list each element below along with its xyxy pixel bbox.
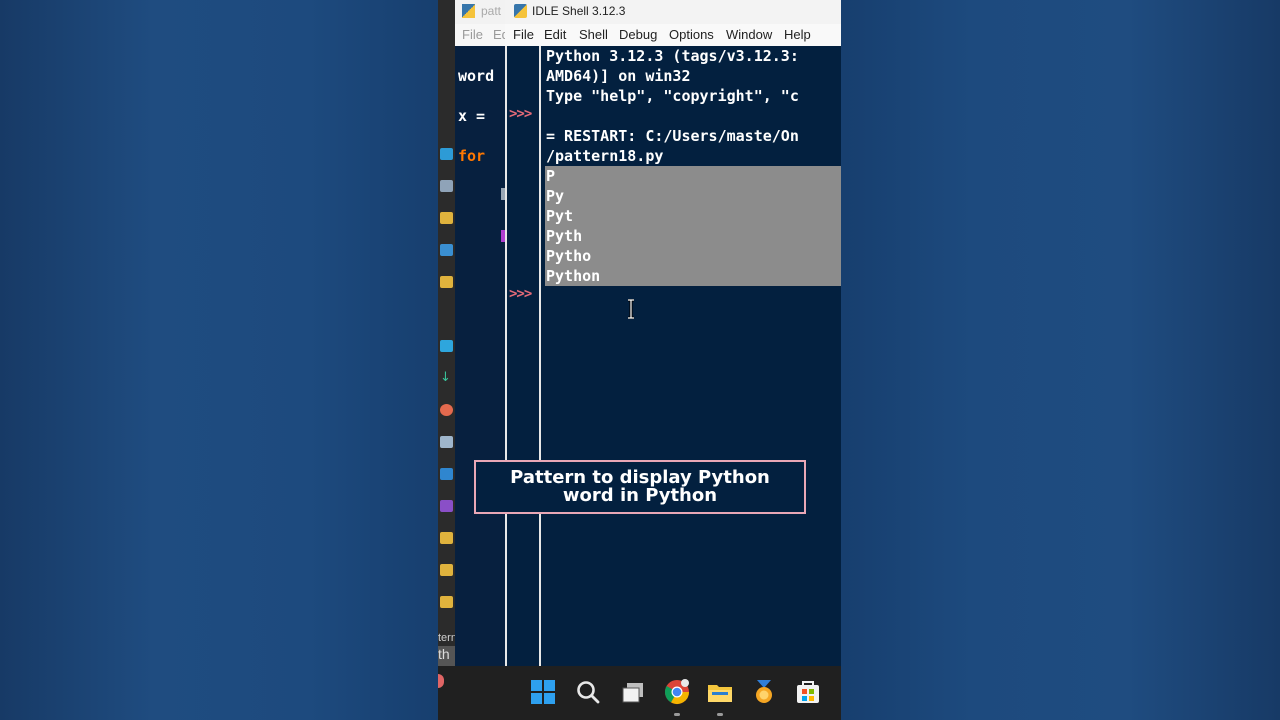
windows-taskbar xyxy=(438,666,841,720)
code-line[interactable]: word xyxy=(458,66,494,86)
videos-icon[interactable] xyxy=(440,500,453,512)
banner-line[interactable]: Python 3.12.3 (tags/v3.12.3: xyxy=(546,46,799,66)
start-icon[interactable] xyxy=(530,679,556,705)
music-icon[interactable] xyxy=(440,404,453,416)
restart-line[interactable]: /pattern18.py xyxy=(546,146,663,166)
folder-icon[interactable] xyxy=(440,596,453,608)
download-icon[interactable]: ↓ xyxy=(440,371,453,384)
menu-edit[interactable]: Edit xyxy=(544,27,566,42)
award-app-icon[interactable] xyxy=(751,679,777,705)
shell-menubar: File Edit Shell Debug Options Window Hel… xyxy=(505,24,841,46)
mini-app-icon[interactable] xyxy=(438,674,444,688)
photos-icon[interactable] xyxy=(440,244,453,256)
running-indicator xyxy=(674,713,680,716)
code-line[interactable]: x = xyxy=(458,106,494,126)
pictures-icon[interactable] xyxy=(440,468,453,480)
left-desktop-strip: ↓ tern th xyxy=(438,0,455,666)
restart-line[interactable]: = RESTART: C:/Users/maste/On xyxy=(546,126,799,146)
output-line[interactable]: Pytho xyxy=(546,246,591,266)
folder-icon[interactable] xyxy=(440,532,453,544)
menu-debug[interactable]: Debug xyxy=(619,27,657,42)
editor-menu-file[interactable]: File xyxy=(462,27,483,42)
folder-icon[interactable] xyxy=(440,212,453,224)
output-line[interactable]: P xyxy=(546,166,555,186)
folder-icon[interactable] xyxy=(440,564,453,576)
desktop-icon[interactable] xyxy=(440,340,453,352)
code-line[interactable]: for xyxy=(458,146,494,166)
task-view-icon[interactable] xyxy=(620,679,646,705)
menu-window[interactable]: Window xyxy=(726,27,772,42)
python-file-icon xyxy=(462,4,475,18)
editor-title: patt xyxy=(481,4,502,18)
output-line[interactable]: Pyt xyxy=(546,206,573,226)
store-icon[interactable] xyxy=(795,679,821,705)
document-icon[interactable] xyxy=(440,180,453,192)
text-cursor-icon xyxy=(628,299,634,319)
menu-file[interactable]: File xyxy=(513,27,534,42)
running-indicator xyxy=(717,713,723,716)
chrome-icon[interactable] xyxy=(664,679,690,705)
shell-prompt: >>> xyxy=(509,106,532,122)
menu-shell[interactable]: Shell xyxy=(579,27,608,42)
caption-line: word in Python xyxy=(562,485,718,506)
shell-prompt-gutter: >>> >>> xyxy=(505,46,541,666)
output-line[interactable]: Py xyxy=(546,186,564,206)
strip-label: tern xyxy=(438,632,455,644)
file-explorer-icon[interactable] xyxy=(707,679,733,705)
strip-label: th xyxy=(438,646,455,666)
menu-help[interactable]: Help xyxy=(784,27,811,42)
search-icon[interactable] xyxy=(575,679,601,705)
menu-options[interactable]: Options xyxy=(669,27,714,42)
shell-prompt: >>> xyxy=(509,286,532,302)
editor-icon[interactable] xyxy=(440,148,453,160)
document-icon[interactable] xyxy=(440,436,453,448)
python-logo-icon xyxy=(514,4,527,18)
output-line[interactable]: Python xyxy=(546,266,600,286)
screen-recording-frame: ↓ tern th patt File Ed word x = for IDLE… xyxy=(438,0,841,720)
folder-icon[interactable] xyxy=(440,276,453,288)
banner-line[interactable]: AMD64)] on win32 xyxy=(546,66,691,86)
video-caption: Pattern to display Python word in Python xyxy=(474,460,806,514)
idle-shell-window: IDLE Shell 3.12.3 File Edit Shell Debug … xyxy=(505,0,841,666)
shell-titlebar[interactable]: IDLE Shell 3.12.3 xyxy=(505,0,841,24)
banner-line[interactable]: Type "help", "copyright", "c xyxy=(546,86,799,106)
output-line[interactable]: Pyth xyxy=(546,226,582,246)
shell-title: IDLE Shell 3.12.3 xyxy=(532,4,626,18)
